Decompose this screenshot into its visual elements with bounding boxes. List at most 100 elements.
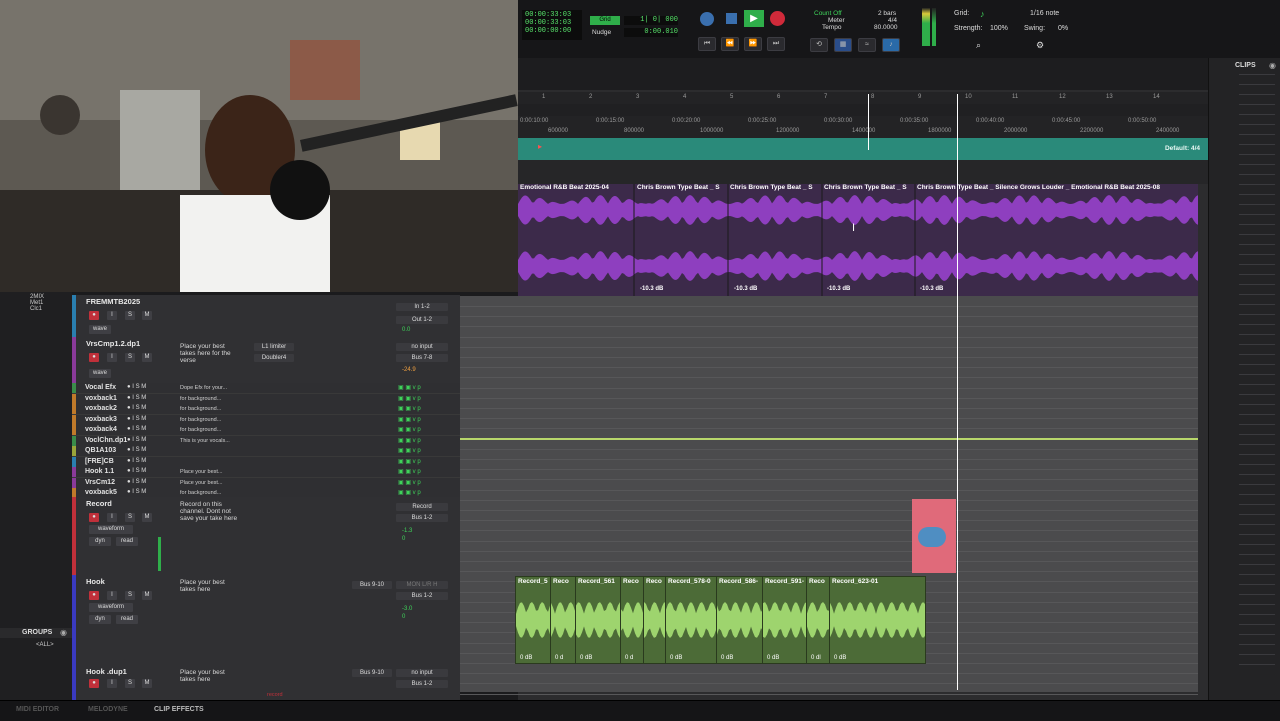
metronome-icon[interactable]: ♪ [882,38,900,52]
output-selector[interactable]: Out 1-2 [396,316,448,324]
clip-list-item[interactable] [1239,534,1275,535]
clip-list-item[interactable] [1239,94,1275,95]
clip-list-item[interactable] [1239,114,1275,115]
clip-list-item[interactable] [1239,334,1275,335]
clip-list-item[interactable] [1239,194,1275,195]
clip-gain[interactable]: -10.3 dB [640,286,663,292]
clip-list-item[interactable] [1239,464,1275,465]
record-clip[interactable]: Record_5 0 dB [515,576,551,664]
track-comment[interactable]: for background... [180,406,221,412]
clip-list-item[interactable] [1239,554,1275,555]
pan-value[interactable]: 0 [402,614,405,620]
clip-list-item[interactable] [1239,374,1275,375]
clip-list-item[interactable] [1239,604,1275,605]
track-comment[interactable]: for background... [180,396,221,402]
track-io-icon[interactable]: ▣ ▣ v p [398,384,421,391]
track-name[interactable]: Record [86,499,112,508]
track-vrscm12[interactable]: VrsCm12 Place your best... ● I S M ▣ ▣ v p [72,477,460,489]
mute-button[interactable]: M [142,679,152,688]
clip-list-item[interactable] [1239,144,1275,145]
strength-value[interactable]: 100% [990,25,1008,32]
beat-clip-name[interactable]: Emotional R&B Beat 2025-04 [520,184,633,194]
beat-clip-name[interactable]: Chris Brown Type Beat _ S [824,184,916,194]
record-enable-button[interactable]: ● [89,513,99,522]
clip-list-item[interactable] [1239,654,1275,655]
track-name[interactable]: QB1A103 [85,447,116,454]
track-buttons-icon[interactable]: ● I S M [127,437,146,443]
track-qb1a103[interactable]: QB1A103 ● I S M ▣ ▣ v p [72,446,460,457]
track-name[interactable]: voxback5 [85,489,117,496]
playlist-row[interactable] [460,684,1198,695]
track-name[interactable]: VoclChn.dp1 [85,437,127,444]
mute-button[interactable]: M [142,591,152,600]
tempo-value[interactable]: 80.0000 [874,24,898,31]
input-selector[interactable]: In 1-2 [396,303,448,311]
track-buttons-icon[interactable]: ● I S M [127,458,146,464]
rewind-start-icon[interactable]: ⏮ [698,37,716,51]
record-clip-gain[interactable]: 0 dB [721,655,733,661]
play-button[interactable]: ▶ [744,10,764,27]
record-clip-gain[interactable]: 0 dB [767,655,779,661]
clip-list-item[interactable] [1239,134,1275,135]
input-selector[interactable]: MON L/R H [396,581,448,589]
track-io-icon[interactable]: ▣ ▣ v p [398,395,421,402]
clip-list-item[interactable] [1239,204,1275,205]
solo-button[interactable]: S [125,311,135,320]
record-clip-gain[interactable]: 0 dB [834,655,846,661]
record-clip[interactable]: Reco 0 d [550,576,576,664]
track-voxback3[interactable]: voxback3 for background... ● I S M ▣ ▣ v p [72,414,460,426]
send-slot[interactable]: Bus 9-10 [352,669,392,677]
meter-marker-bar[interactable]: Default: 4/4 ▸ [518,138,1208,160]
volume-value[interactable]: 0.0 [402,327,410,333]
clip-list-item[interactable] [1239,354,1275,355]
input-selector[interactable]: Record [396,503,448,511]
clip-gain[interactable]: -10.3 dB [827,286,850,292]
output-selector[interactable]: Bus 1-2 [396,592,448,600]
clip-list-item[interactable] [1239,304,1275,305]
input-selector[interactable]: no input [396,343,448,351]
track-voxback4[interactable]: voxback4 for background... ● I S M ▣ ▣ v p [72,425,460,436]
track-io-icon[interactable]: ▣ ▣ v p [398,458,421,465]
track-name[interactable]: VrsCm12 [85,479,115,486]
clip-list-item[interactable] [1239,474,1275,475]
online-button[interactable] [700,12,714,26]
track-name[interactable]: Hook [86,577,105,586]
output-selector[interactable]: Bus 7-8 [396,354,448,362]
track-io-icon[interactable]: ▣ ▣ v p [398,416,421,423]
track-io-icon[interactable]: ▣ ▣ v p [398,489,421,496]
tab-midi-editor[interactable]: MIDI EDITOR [16,706,59,713]
gear-icon[interactable]: ⚙ [1036,40,1044,51]
clip-list-item[interactable] [1239,244,1275,245]
track-comment[interactable]: for background... [180,427,221,433]
track-record[interactable]: Record ● I S M waveform dyn read Record … [72,497,460,576]
clip-list-item[interactable] [1239,514,1275,515]
view-selector[interactable]: wave [89,369,111,378]
groups-menu-icon[interactable]: ◉ [60,628,67,637]
grid-panel-value[interactable]: 1/16 note [1030,10,1059,17]
note-icon[interactable]: ♪ [980,9,985,19]
clip-list-item[interactable] [1239,324,1275,325]
clip-list-item[interactable] [1239,84,1275,85]
clip-list-item[interactable] [1239,544,1275,545]
clip-list-item[interactable] [1239,344,1275,345]
record-clip[interactable]: Reco [643,576,666,664]
insert-slot[interactable]: Doubler4 [254,354,294,362]
beat-waveform[interactable] [518,184,1198,296]
solo-button[interactable]: S [125,679,135,688]
clip-list-item[interactable] [1239,614,1275,615]
swing-value[interactable]: 0% [1058,25,1068,32]
clip-list-item[interactable] [1239,254,1275,255]
volume-value[interactable]: -3.0 [402,606,412,612]
track-io-icon[interactable]: ▣ ▣ v p [398,437,421,444]
track-hook-dup[interactable]: Hook .dup1 ● I S M Place your best takes… [72,665,460,700]
clip-list-item[interactable] [1239,394,1275,395]
record-clip[interactable]: Reco 0 dl [806,576,830,664]
wait-note-icon[interactable]: ≈ [858,38,876,52]
volume-value[interactable]: -1.3 [402,528,412,534]
track-voclchn-dp1[interactable]: VoclChn.dp1 This is your vocals... ● I S M… [72,435,460,447]
track-comment[interactable]: for background... [180,490,221,496]
record-clip-gain[interactable]: 0 dB [670,655,682,661]
fast-forward-icon[interactable]: ⏩ [744,37,762,51]
track-buttons-icon[interactable]: ● I S M [127,479,146,485]
tab-melodyne[interactable]: MELODYNE [88,706,128,713]
